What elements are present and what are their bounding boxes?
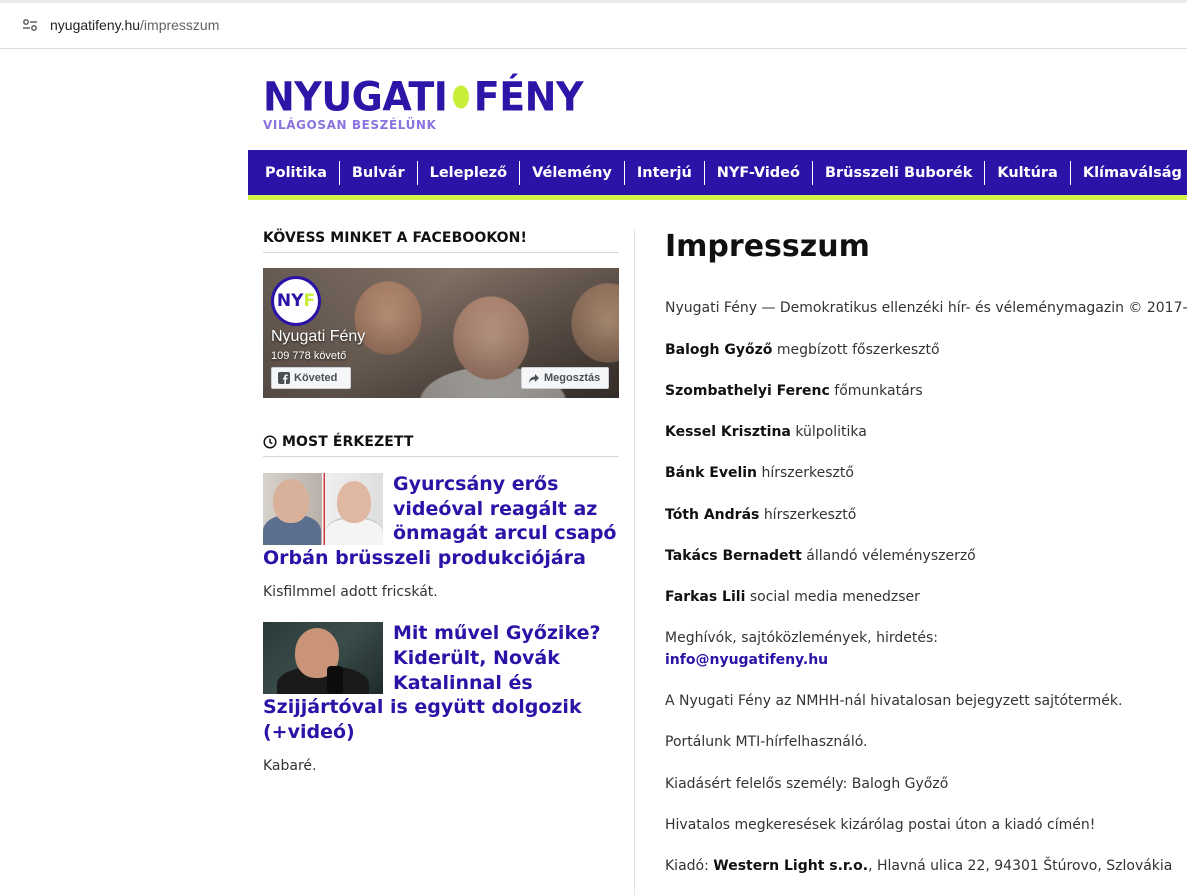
staff-role: állandó véleményszerző <box>806 548 976 564</box>
nav-item-bulvar[interactable]: Bulvár <box>340 160 418 185</box>
main-navigation: Politika Bulvár Leleplező Vélemény Inter… <box>248 150 1187 200</box>
staff-line: Farkas Lili social media menedzser <box>665 586 1187 608</box>
staff-line: Bánk Evelin hírszerkesztő <box>665 462 1187 484</box>
fb-avatar-ny: NY <box>276 291 304 311</box>
nav-item-klimavalsag[interactable]: Klímaválság <box>1071 161 1187 185</box>
fb-follower-count: 109 778 követő <box>271 350 347 362</box>
logo-text-feny: FÉNY <box>473 73 584 121</box>
article-thumbnail[interactable] <box>263 473 383 545</box>
url-field[interactable]: nyugatifeny.hu/impresszum <box>50 17 219 33</box>
site-logo[interactable]: NYUGATI FÉNY VILÁGOSAN BESZÉLÜNK <box>263 73 584 136</box>
most-recent-title-text: MOST ÉRKEZETT <box>282 434 414 450</box>
staff-name: Kessel Krisztina <box>665 424 791 440</box>
staff-name: Tóth András <box>665 507 760 523</box>
staff-name: Szombathelyi Ferenc <box>665 383 830 399</box>
article-item: Mit művel Győzike? Kiderült, Novák Katal… <box>263 621 619 774</box>
staff-line: Szombathelyi Ferenc főmunkatárs <box>665 380 1187 402</box>
article-thumbnail[interactable] <box>263 622 383 695</box>
column-divider <box>634 230 635 895</box>
clock-icon <box>263 435 277 449</box>
publisher-name: Western Light s.r.o. <box>713 858 869 874</box>
staff-line: Kessel Krisztina külpolitika <box>665 421 1187 443</box>
staff-line: Takács Bernadett állandó véleményszerző <box>665 545 1187 567</box>
responsible-text: Kiadásért felelős személy: Balogh Győző <box>665 776 949 792</box>
facebook-page-widget[interactable]: NY F Nyugati Fény 109 778 követő Követed … <box>263 268 619 398</box>
staff-name: Balogh Győző <box>665 342 773 358</box>
url-domain: nyugatifeny.hu <box>50 17 141 33</box>
main-content: Impresszum Nyugati Fény — Demokratikus e… <box>665 228 1187 877</box>
logo-text-nyugati: NYUGATI <box>263 73 448 121</box>
most-recent-section-title: MOST ÉRKEZETT <box>263 434 619 457</box>
staff-role: megbízott főszerkesztő <box>776 342 940 358</box>
fb-share-label: Megosztás <box>544 372 601 384</box>
staff-name: Farkas Lili <box>665 589 746 605</box>
nav-item-politika[interactable]: Politika <box>253 160 340 185</box>
nav-item-nyf-video[interactable]: NYF-Videó <box>705 160 813 185</box>
contact-email-link[interactable]: info@nyugatifeny.hu <box>665 652 828 668</box>
registration-text: A Nyugati Fény az NMHH-nál hivatalosan b… <box>665 693 1123 709</box>
page-title: Impresszum <box>665 229 870 264</box>
contact-text: Meghívók, sajtóközlemények, hirdetés: in… <box>665 627 1187 671</box>
fb-avatar-f: F <box>303 291 316 311</box>
facebook-icon <box>278 372 290 384</box>
nav-item-brusszeli-buborek[interactable]: Brüsszeli Buborék <box>813 160 986 185</box>
nav-item-kultura[interactable]: Kultúra <box>985 160 1071 185</box>
article-excerpt: Kisfilmmel adott fricskát. <box>263 584 438 601</box>
publisher-label: Kiadó: <box>665 858 709 874</box>
fb-share-button[interactable]: Megosztás <box>521 367 609 389</box>
staff-role: hírszerkesztő <box>761 465 854 481</box>
staff-role: hírszerkesztő <box>763 507 857 523</box>
fb-page-name[interactable]: Nyugati Fény <box>271 328 365 346</box>
nav-item-velemeny[interactable]: Vélemény <box>520 160 625 185</box>
fb-follow-button[interactable]: Követed <box>271 367 351 389</box>
staff-role: főmunkatárs <box>834 383 923 399</box>
staff-line: Balogh Győző megbízott főszerkesztő <box>665 339 1187 361</box>
publisher-text: Kiadó: Western Light s.r.o., Hlavná ulic… <box>665 855 1187 877</box>
browser-address-bar: nyugatifeny.hu/impresszum <box>0 0 1187 49</box>
article-item: Gyurcsány erős videóval reagált az önmag… <box>263 472 619 600</box>
sidebar: KÖVESS MINKET A FACEBOOKON! NY F Nyugati … <box>263 230 619 774</box>
official-text: Hivatalos megkeresések kizárólag postai … <box>665 817 1096 833</box>
staff-role: social media menedzser <box>749 589 920 605</box>
facebook-section-title: KÖVESS MINKET A FACEBOOKON! <box>263 230 619 253</box>
nav-item-leleplezo[interactable]: Leleplező <box>418 160 521 185</box>
publisher-address: , Hlavná ulica 22, 94301 Štúrovo, Szlová… <box>868 858 1173 874</box>
staff-name: Bánk Evelin <box>665 465 758 481</box>
intro-text: Nyugati Fény — Demokratikus ellenzéki hí… <box>665 300 1187 316</box>
fb-follow-label: Követed <box>294 372 338 384</box>
staff-name: Takács Bernadett <box>665 548 802 564</box>
fb-page-avatar[interactable]: NY F <box>271 276 321 326</box>
logo-dot-icon <box>453 85 469 109</box>
staff-line: Tóth András hírszerkesztő <box>665 504 1187 526</box>
nav-item-interju[interactable]: Interjú <box>625 160 705 185</box>
url-path: /impresszum <box>140 17 220 33</box>
site-settings-icon[interactable] <box>22 18 38 32</box>
contact-label: Meghívók, sajtóközlemények, hirdetés: <box>665 630 938 646</box>
staff-role: külpolitika <box>795 424 867 440</box>
mti-text: Portálunk MTI-hírfelhasználó. <box>665 734 868 750</box>
share-arrow-icon <box>529 374 539 383</box>
article-excerpt: Kabaré. <box>263 758 317 775</box>
